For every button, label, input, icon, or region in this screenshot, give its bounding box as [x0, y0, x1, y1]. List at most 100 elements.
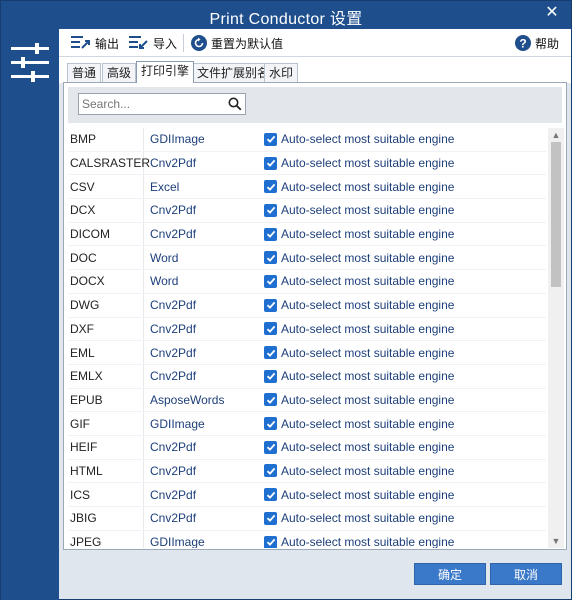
auto-select-checkbox[interactable]: [264, 156, 277, 170]
auto-select-checkbox[interactable]: [264, 322, 277, 336]
checkmark-icon: [266, 254, 275, 262]
table-row[interactable]: GIF GDIImage Auto-select most suitable eng…: [68, 412, 546, 436]
reset-defaults-button[interactable]: 重置为默认值: [191, 33, 283, 53]
extension-cell: BMP: [68, 128, 144, 151]
auto-select-option[interactable]: Auto-select most suitable engine: [264, 322, 546, 336]
table-row[interactable]: BMP GDIImage Auto-select most suitable eng…: [68, 128, 546, 152]
auto-select-checkbox[interactable]: [264, 511, 277, 525]
auto-select-checkbox[interactable]: [264, 180, 277, 194]
auto-select-option[interactable]: Auto-select most suitable engine: [264, 274, 546, 288]
engine-dropdown[interactable]: Excel: [144, 175, 264, 198]
engine-dropdown[interactable]: GDIImage: [144, 531, 264, 548]
engine-dropdown[interactable]: Cnv2Pdf: [144, 365, 264, 388]
ok-button[interactable]: 确定: [414, 563, 486, 585]
auto-select-option[interactable]: Auto-select most suitable engine: [264, 227, 546, 241]
auto-select-option[interactable]: Auto-select most suitable engine: [264, 298, 546, 312]
auto-select-label: Auto-select most suitable engine: [281, 369, 455, 384]
auto-select-option[interactable]: Auto-select most suitable engine: [264, 203, 546, 217]
auto-select-option[interactable]: Auto-select most suitable engine: [264, 417, 546, 431]
tab-file-extension-aliases[interactable]: 文件扩展别名: [192, 63, 275, 83]
tab-watermark[interactable]: 水印: [264, 63, 299, 83]
auto-select-checkbox[interactable]: [264, 346, 277, 360]
scroll-down-icon[interactable]: ▼: [548, 534, 564, 548]
engine-dropdown[interactable]: Cnv2Pdf: [144, 460, 264, 483]
reset-label: 重置为默认值: [211, 36, 284, 51]
scroll-up-icon[interactable]: ▲: [548, 128, 564, 142]
auto-select-option[interactable]: Auto-select most suitable engine: [264, 511, 546, 525]
close-icon[interactable]: ✕: [545, 5, 559, 21]
table-row[interactable]: DOC Word Auto-select most suitable engine: [68, 246, 546, 271]
engine-dropdown[interactable]: Cnv2Pdf: [144, 223, 264, 246]
auto-select-option[interactable]: Auto-select most suitable engine: [264, 440, 546, 454]
auto-select-checkbox[interactable]: [264, 132, 277, 146]
cancel-button[interactable]: 取消: [490, 563, 562, 585]
engine-dropdown[interactable]: Word: [144, 270, 264, 293]
engine-dropdown[interactable]: Cnv2Pdf: [144, 152, 264, 175]
table-row[interactable]: EPUB AsposeWords Auto-select most suitable…: [68, 388, 546, 413]
table-row[interactable]: DOCX Word Auto-select most suitable engine: [68, 270, 546, 294]
auto-select-checkbox[interactable]: [264, 535, 277, 548]
engine-dropdown[interactable]: Cnv2Pdf: [144, 199, 264, 222]
auto-select-checkbox[interactable]: [264, 440, 277, 454]
search-icon[interactable]: [225, 94, 245, 114]
auto-select-option[interactable]: Auto-select most suitable engine: [264, 251, 546, 265]
checkmark-icon: [266, 183, 275, 191]
engine-dropdown[interactable]: Cnv2Pdf: [144, 436, 264, 459]
table-row[interactable]: DICOM Cnv2Pdf Auto-select most suitable en…: [68, 222, 546, 247]
table-row[interactable]: CSV Excel Auto-select most suitable engine: [68, 175, 546, 200]
engine-dropdown[interactable]: Cnv2Pdf: [144, 318, 264, 341]
auto-select-option[interactable]: Auto-select most suitable engine: [264, 464, 546, 478]
help-button[interactable]: ? 帮助: [515, 33, 559, 53]
tab-general[interactable]: 普通: [67, 63, 102, 83]
auto-select-option[interactable]: Auto-select most suitable engine: [264, 132, 546, 146]
table-row[interactable]: HEIF Cnv2Pdf Auto-select most suitable eng…: [68, 435, 546, 460]
auto-select-checkbox[interactable]: [264, 203, 277, 217]
auto-select-option[interactable]: Auto-select most suitable engine: [264, 488, 546, 502]
settings-sliders-icon[interactable]: [11, 43, 49, 83]
engine-dropdown[interactable]: Cnv2Pdf: [144, 507, 264, 530]
table-row[interactable]: DWG Cnv2Pdf Auto-select most suitable engi…: [68, 293, 546, 318]
engine-dropdown[interactable]: AsposeWords: [144, 389, 264, 412]
table-row[interactable]: ICS Cnv2Pdf Auto-select most suitable engi…: [68, 483, 546, 507]
tab-print-engines[interactable]: 打印引擎: [136, 61, 195, 83]
search-box[interactable]: [78, 93, 246, 115]
table-row[interactable]: CALSRASTER Cnv2Pdf Auto-select most suitab…: [68, 151, 546, 176]
table-row[interactable]: HTML Cnv2Pdf Auto-select most suitable eng…: [68, 459, 546, 484]
auto-select-option[interactable]: Auto-select most suitable engine: [264, 393, 546, 407]
auto-select-checkbox[interactable]: [264, 298, 277, 312]
auto-select-option[interactable]: Auto-select most suitable engine: [264, 156, 546, 170]
table-row[interactable]: JPEG GDIImage Auto-select most suitable en…: [68, 530, 546, 548]
auto-select-option[interactable]: Auto-select most suitable engine: [264, 180, 546, 194]
auto-select-option[interactable]: Auto-select most suitable engine: [264, 346, 546, 360]
search-input[interactable]: [79, 94, 225, 114]
auto-select-option[interactable]: Auto-select most suitable engine: [264, 369, 546, 383]
checkmark-icon: [266, 159, 275, 167]
engine-dropdown[interactable]: Cnv2Pdf: [144, 294, 264, 317]
engine-dropdown[interactable]: GDIImage: [144, 412, 264, 435]
auto-select-checkbox[interactable]: [264, 393, 277, 407]
import-button[interactable]: 导入: [129, 33, 177, 53]
engine-dropdown[interactable]: GDIImage: [144, 128, 264, 151]
tab-advanced[interactable]: 高级: [102, 63, 137, 83]
auto-select-checkbox[interactable]: [264, 488, 277, 502]
engine-dropdown[interactable]: Cnv2Pdf: [144, 341, 264, 364]
scroll-thumb[interactable]: [551, 142, 561, 287]
table-row[interactable]: DCX Cnv2Pdf Auto-select most suitable engi…: [68, 199, 546, 223]
auto-select-checkbox[interactable]: [264, 251, 277, 265]
auto-select-checkbox[interactable]: [264, 369, 277, 383]
export-icon: [71, 36, 90, 49]
auto-select-checkbox[interactable]: [264, 464, 277, 478]
table-row[interactable]: EMLX Cnv2Pdf Auto-select most suitable eng…: [68, 364, 546, 389]
engine-dropdown[interactable]: Word: [144, 246, 264, 269]
auto-select-checkbox[interactable]: [264, 227, 277, 241]
extension-cell: HTML: [68, 459, 144, 483]
export-button[interactable]: 输出: [71, 33, 119, 53]
table-row[interactable]: JBIG Cnv2Pdf Auto-select most suitable eng…: [68, 507, 546, 531]
auto-select-checkbox[interactable]: [264, 274, 277, 288]
table-row[interactable]: DXF Cnv2Pdf Auto-select most suitable engi…: [68, 317, 546, 342]
table-row[interactable]: EML Cnv2Pdf Auto-select most suitable engi…: [68, 341, 546, 365]
auto-select-checkbox[interactable]: [264, 417, 277, 431]
vertical-scrollbar[interactable]: ▲ ▼: [548, 128, 564, 548]
engine-dropdown[interactable]: Cnv2Pdf: [144, 483, 264, 506]
auto-select-option[interactable]: Auto-select most suitable engine: [264, 535, 546, 548]
